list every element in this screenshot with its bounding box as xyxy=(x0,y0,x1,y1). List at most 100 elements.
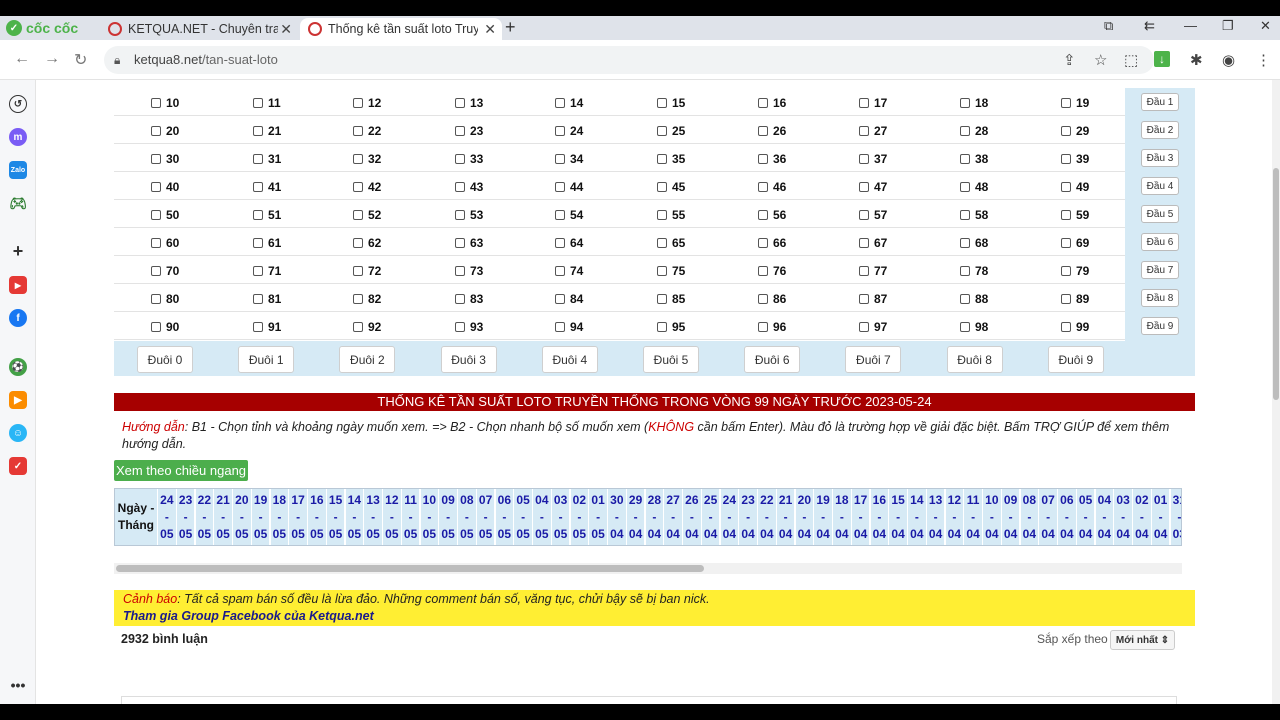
checkbox[interactable] xyxy=(353,238,363,248)
number-checkbox[interactable]: 14 xyxy=(555,96,583,110)
date-column[interactable]: 18 - 04 xyxy=(832,489,851,545)
number-checkbox[interactable]: 30 xyxy=(151,152,179,166)
checkbox[interactable] xyxy=(758,154,768,164)
scrollbar-thumb[interactable] xyxy=(116,565,704,572)
date-column[interactable]: 05 - 05 xyxy=(513,489,532,545)
number-checkbox[interactable]: 27 xyxy=(859,124,887,138)
number-checkbox[interactable]: 80 xyxy=(151,292,179,306)
number-checkbox[interactable]: 40 xyxy=(151,180,179,194)
number-checkbox[interactable]: 10 xyxy=(151,96,179,110)
checkbox[interactable] xyxy=(859,182,869,192)
date-column[interactable]: 14 - 05 xyxy=(344,489,364,545)
date-column[interactable]: 19 - 05 xyxy=(250,489,270,545)
checkbox[interactable] xyxy=(455,266,465,276)
date-column[interactable]: 12 - 04 xyxy=(944,489,964,545)
avatar-app-icon[interactable]: ☺ xyxy=(9,424,27,442)
checkbox[interactable] xyxy=(1061,154,1071,164)
number-checkbox[interactable]: 36 xyxy=(758,152,786,166)
number-checkbox[interactable]: 17 xyxy=(859,96,887,110)
checkbox[interactable] xyxy=(151,238,161,248)
dau-button[interactable]: Đầu 2 xyxy=(1141,121,1179,139)
number-checkbox[interactable]: 57 xyxy=(859,208,887,222)
tab-ketqua[interactable]: KETQUA.NET - Chuyên trang ✕ xyxy=(100,18,298,40)
number-checkbox[interactable]: 46 xyxy=(758,180,786,194)
date-column[interactable]: 10 - 04 xyxy=(982,489,1001,545)
number-checkbox[interactable]: 69 xyxy=(1061,236,1089,250)
duoi-button[interactable]: Đuôi 8 xyxy=(946,346,1003,373)
checkbox[interactable] xyxy=(758,322,768,332)
number-checkbox[interactable]: 37 xyxy=(859,152,887,166)
duoi-button[interactable]: Đuôi 7 xyxy=(845,346,902,373)
dau-button[interactable]: Đầu 9 xyxy=(1141,317,1179,335)
date-column[interactable]: 01 - 04 xyxy=(1150,489,1170,545)
date-column[interactable]: 15 - 05 xyxy=(325,489,345,545)
checkbox[interactable] xyxy=(859,210,869,220)
duoi-button[interactable]: Đuôi 1 xyxy=(238,346,295,373)
duoi-button[interactable]: Đuôi 0 xyxy=(137,346,193,373)
checkbox[interactable] xyxy=(657,238,667,248)
number-checkbox[interactable]: 74 xyxy=(555,264,583,278)
checkbox[interactable] xyxy=(1061,210,1071,220)
number-checkbox[interactable]: 42 xyxy=(353,180,381,194)
date-column[interactable]: 03 - 05 xyxy=(550,489,570,545)
number-checkbox[interactable]: 24 xyxy=(555,124,583,138)
checkbox[interactable] xyxy=(353,266,363,276)
number-checkbox[interactable]: 15 xyxy=(657,96,685,110)
date-column[interactable]: 16 - 05 xyxy=(307,489,326,545)
checkbox[interactable] xyxy=(455,154,465,164)
number-checkbox[interactable]: 21 xyxy=(253,124,281,138)
tab-search-icon[interactable]: ⇇ xyxy=(1144,18,1155,34)
horizontal-view-button[interactable]: Xem theo chiều ngang xyxy=(114,460,248,481)
duoi-button[interactable]: Đuôi 5 xyxy=(643,346,699,373)
date-column[interactable]: 13 - 04 xyxy=(925,489,945,545)
date-column[interactable]: 05 - 04 xyxy=(1075,489,1095,545)
checkbox[interactable] xyxy=(657,322,667,332)
date-column[interactable]: 04 - 04 xyxy=(1094,489,1114,545)
number-checkbox[interactable]: 70 xyxy=(151,264,179,278)
more-icon[interactable]: ••• xyxy=(9,676,27,694)
checkbox[interactable] xyxy=(1061,126,1071,136)
checkbox[interactable] xyxy=(151,210,161,220)
number-checkbox[interactable]: 82 xyxy=(353,292,381,306)
number-checkbox[interactable]: 54 xyxy=(555,208,583,222)
number-checkbox[interactable]: 23 xyxy=(455,124,483,138)
checkbox[interactable] xyxy=(960,266,970,276)
number-checkbox[interactable]: 88 xyxy=(960,292,988,306)
checkbox[interactable] xyxy=(960,182,970,192)
number-checkbox[interactable]: 48 xyxy=(960,180,988,194)
number-checkbox[interactable]: 61 xyxy=(253,236,281,250)
checkbox[interactable] xyxy=(960,154,970,164)
number-checkbox[interactable]: 26 xyxy=(758,124,786,138)
checkbox[interactable] xyxy=(151,266,161,276)
number-checkbox[interactable]: 16 xyxy=(758,96,786,110)
date-column[interactable]: 21 - 05 xyxy=(213,489,232,545)
number-checkbox[interactable]: 67 xyxy=(859,236,887,250)
number-checkbox[interactable]: 90 xyxy=(151,320,179,334)
number-checkbox[interactable]: 38 xyxy=(960,152,988,166)
lock-icon[interactable]: 🔒︎ xyxy=(114,53,120,68)
checkbox[interactable] xyxy=(253,210,263,220)
checkbox[interactable] xyxy=(859,266,869,276)
number-checkbox[interactable]: 66 xyxy=(758,236,786,250)
checkbox[interactable] xyxy=(657,98,667,108)
checkbox[interactable] xyxy=(555,98,565,108)
number-checkbox[interactable]: 76 xyxy=(758,264,786,278)
date-column[interactable]: 25 - 04 xyxy=(700,489,720,545)
number-checkbox[interactable]: 99 xyxy=(1061,320,1089,334)
checkbox[interactable] xyxy=(253,182,263,192)
dau-button[interactable]: Đầu 6 xyxy=(1141,233,1179,251)
number-checkbox[interactable]: 56 xyxy=(758,208,786,222)
number-checkbox[interactable]: 35 xyxy=(657,152,685,166)
number-checkbox[interactable]: 55 xyxy=(657,208,685,222)
number-checkbox[interactable]: 47 xyxy=(859,180,887,194)
date-column[interactable]: 28 - 04 xyxy=(644,489,664,545)
add-icon[interactable]: + xyxy=(9,241,27,261)
number-checkbox[interactable]: 68 xyxy=(960,236,988,250)
checkbox[interactable] xyxy=(657,294,667,304)
number-checkbox[interactable]: 20 xyxy=(151,124,179,138)
facebook-group-link[interactable]: Tham gia Group Facebook của Ketqua.net xyxy=(123,609,374,623)
number-checkbox[interactable]: 73 xyxy=(455,264,483,278)
date-column[interactable]: 19 - 04 xyxy=(813,489,832,545)
messenger-icon[interactable]: m xyxy=(9,128,27,146)
checkbox[interactable] xyxy=(353,322,363,332)
